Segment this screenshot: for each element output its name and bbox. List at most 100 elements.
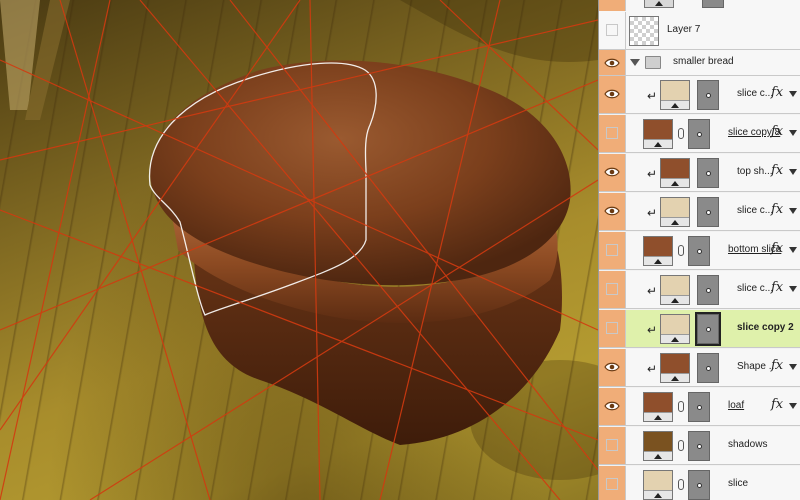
expand-effects-arrow-icon[interactable]	[789, 91, 797, 97]
canvas-artwork	[0, 0, 598, 500]
layer-row[interactable]: ↵ slice c... fx	[599, 271, 800, 309]
layer-row[interactable]: ↵ Shape ... fx	[599, 349, 800, 387]
layer-thumbnail	[643, 119, 673, 149]
visibility-box	[606, 439, 618, 451]
eye-icon	[604, 89, 620, 99]
layer-group-row[interactable]: smaller bread	[599, 50, 800, 76]
eye-icon	[604, 401, 620, 411]
layer-thumbnail	[644, 0, 674, 8]
layer-name[interactable]: loaf	[728, 400, 744, 411]
layer-row[interactable]: ↵ top sh... fx	[599, 154, 800, 192]
layer-mask-thumbnail[interactable]	[688, 236, 710, 266]
layer-name[interactable]: top sh...	[737, 166, 773, 177]
expand-effects-arrow-icon[interactable]	[789, 208, 797, 214]
layer-mask-thumbnail[interactable]	[688, 470, 710, 500]
layer-name[interactable]: slice c...	[737, 88, 773, 99]
layer-mask-thumbnail	[702, 0, 724, 8]
visibility-box	[606, 127, 618, 139]
visibility-toggle[interactable]	[599, 154, 626, 191]
layer-row[interactable]: Layer 7	[599, 12, 800, 50]
layer-effects-icon[interactable]: fx	[771, 124, 783, 139]
chain-link-icon[interactable]	[678, 128, 684, 139]
clipping-arrow-icon: ↵	[647, 89, 658, 103]
visibility-toggle[interactable]	[599, 310, 626, 347]
layer-row[interactable]: slice	[599, 466, 800, 500]
chain-link-icon[interactable]	[678, 440, 684, 451]
layer-name[interactable]: Layer 7	[667, 24, 700, 35]
visibility-toggle[interactable]	[599, 0, 626, 11]
layer-row[interactable]: slice copy 8 fx	[599, 115, 800, 153]
visibility-toggle[interactable]	[599, 50, 626, 75]
layer-thumbnail	[629, 16, 659, 46]
layer-thumbnail	[660, 197, 690, 227]
visibility-toggle[interactable]	[599, 349, 626, 386]
visibility-toggle[interactable]	[599, 232, 626, 269]
layer-mask-thumbnail[interactable]	[697, 158, 719, 188]
layer-effects-icon[interactable]: fx	[771, 85, 783, 100]
layer-row[interactable]: bottom slice fx	[599, 232, 800, 270]
expand-effects-arrow-icon[interactable]	[789, 130, 797, 136]
clipping-arrow-icon: ↵	[647, 206, 658, 220]
eye-icon	[604, 362, 620, 372]
layer-effects-icon[interactable]: fx	[771, 397, 783, 412]
layer-row[interactable]: ↵ slice c... fx	[599, 193, 800, 231]
layer-name[interactable]: slice copy 2	[737, 322, 794, 333]
layer-thumbnail	[660, 353, 690, 383]
expand-effects-arrow-icon[interactable]	[789, 169, 797, 175]
layer-effects-icon[interactable]: fx	[771, 202, 783, 217]
visibility-box	[606, 244, 618, 256]
chain-link-icon[interactable]	[678, 479, 684, 490]
expand-effects-arrow-icon[interactable]	[789, 286, 797, 292]
group-name[interactable]: smaller bread	[673, 56, 734, 67]
layer-thumbnail	[643, 236, 673, 266]
visibility-toggle[interactable]	[599, 427, 626, 464]
visibility-toggle[interactable]	[599, 12, 626, 49]
layer-thumbnail	[660, 158, 690, 188]
visibility-box	[606, 24, 618, 36]
layer-effects-icon[interactable]: fx	[771, 163, 783, 178]
group-collapse-icon[interactable]	[630, 59, 640, 66]
clipping-arrow-icon: ↵	[647, 362, 658, 376]
expand-effects-arrow-icon[interactable]	[789, 403, 797, 409]
eye-icon	[604, 167, 620, 177]
layers-panel: Layer 7 smaller bread ↵ slice c... fx slice c…	[598, 0, 800, 500]
layer-mask-thumbnail[interactable]	[695, 312, 721, 346]
visibility-toggle[interactable]	[599, 193, 626, 230]
layer-row[interactable]: ↵ slice copy 2	[599, 310, 800, 348]
layer-mask-thumbnail[interactable]	[697, 80, 719, 110]
layer-name[interactable]: shadows	[728, 439, 767, 450]
layer-mask-thumbnail[interactable]	[697, 275, 719, 305]
layer-thumbnail	[643, 392, 673, 422]
layer-thumbnail	[660, 80, 690, 110]
layer-effects-icon[interactable]: fx	[771, 280, 783, 295]
layer-row[interactable]: shadows	[599, 427, 800, 465]
layer-mask-thumbnail[interactable]	[688, 392, 710, 422]
visibility-toggle[interactable]	[599, 76, 626, 113]
layer-name[interactable]: slice c...	[737, 205, 773, 216]
layer-thumbnail	[660, 275, 690, 305]
layer-row[interactable]: loaf fx	[599, 388, 800, 426]
visibility-toggle[interactable]	[599, 388, 626, 425]
visibility-toggle[interactable]	[599, 271, 626, 308]
layer-name[interactable]: slice	[728, 478, 748, 489]
layer-row[interactable]: ↵ slice c... fx	[599, 76, 800, 114]
visibility-toggle[interactable]	[599, 466, 626, 500]
chain-link-icon[interactable]	[678, 245, 684, 256]
chain-link-icon[interactable]	[678, 401, 684, 412]
folder-icon	[645, 56, 661, 69]
document-canvas[interactable]	[0, 0, 598, 500]
layer-effects-icon[interactable]: fx	[771, 241, 783, 256]
layer-mask-thumbnail[interactable]	[688, 431, 710, 461]
visibility-toggle[interactable]	[599, 115, 626, 152]
visibility-box	[606, 283, 618, 295]
layer-thumbnail	[643, 431, 673, 461]
layer-name[interactable]: slice c...	[737, 283, 773, 294]
expand-effects-arrow-icon[interactable]	[789, 364, 797, 370]
layer-mask-thumbnail[interactable]	[688, 119, 710, 149]
expand-effects-arrow-icon[interactable]	[789, 247, 797, 253]
layer-effects-icon[interactable]: fx	[771, 358, 783, 373]
visibility-box	[606, 478, 618, 490]
clipping-arrow-icon: ↵	[647, 167, 658, 181]
layer-mask-thumbnail[interactable]	[697, 353, 719, 383]
layer-mask-thumbnail[interactable]	[697, 197, 719, 227]
